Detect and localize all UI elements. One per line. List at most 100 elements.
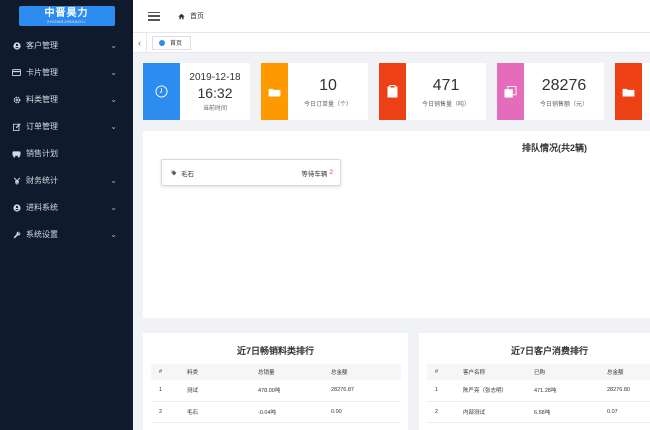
chevron-down-icon: ⌄ (110, 230, 117, 239)
sidebar-item-cards[interactable]: 卡片管理 ⌄ (0, 59, 133, 86)
extra-stat-card (615, 63, 650, 120)
sidebar-item-label: 料类管理 (26, 95, 58, 104)
table-cell: 2 (151, 401, 179, 423)
brand-subtitle: ZHONGJINHAOLI (47, 19, 86, 24)
yen-icon (12, 176, 21, 185)
queue-item-status: 等待车辆 (301, 170, 328, 178)
sidebar-item-orders[interactable]: 订单管理 ⌄ (0, 113, 133, 140)
queue-item[interactable]: 毛石 等待车辆 2 (161, 159, 341, 186)
queue-item-count: 2 (329, 169, 333, 176)
chevron-down-icon: ⌄ (110, 122, 117, 131)
table-cell: 471.28吨 (526, 380, 599, 402)
sales-volume-label: 今日销售量（吨） (421, 101, 470, 108)
sales-volume-card: 471 今日销售量（吨） (379, 63, 486, 120)
copy-icon (497, 63, 524, 120)
tab-label: 首页 (170, 41, 183, 47)
folder-icon (615, 63, 642, 120)
column-header: 已购 (526, 364, 599, 380)
current-time-label: 当前时间 (202, 105, 227, 112)
table-cell: 陈严亮（张志明） (455, 380, 526, 402)
menu-toggle-icon[interactable] (148, 11, 160, 21)
table-cell: 2 (427, 401, 455, 423)
card-icon (12, 68, 21, 77)
table-cell: 毛石 (179, 401, 250, 423)
table-cell: 6.68吨 (526, 401, 599, 423)
customer-rank-panel: 近7日客户消费排行 # 客户名称 已购 总金额 1 陈严亮（张志明） 471.2… (419, 333, 650, 430)
column-header: # (427, 364, 455, 380)
orders-today-card: 10 今日订单量（个） (261, 63, 368, 120)
edit-icon (12, 122, 21, 131)
table-row[interactable]: 1 测试 478.00吨 28276.87 (151, 380, 401, 402)
top-header: 首页 (133, 0, 650, 33)
sales-rank-table: # 料类 总销量 总金额 1 测试 478.00吨 28276.87 2 毛石 … (151, 364, 401, 423)
sidebar-item-settings[interactable]: 系统设置 ⌄ (0, 221, 133, 248)
table-row[interactable]: 1 陈严亮（张志明） 471.28吨 28276.80 (427, 380, 650, 402)
clipboard-icon (379, 63, 406, 120)
sidebar-item-label: 订单管理 (26, 122, 58, 131)
sidebar-item-materials[interactable]: 料类管理 ⌄ (0, 86, 133, 113)
clock-icon (143, 63, 180, 120)
sidebar: 中晋昊力 ZHONGJINHAOLI 客户管理 ⌄ 卡片管理 ⌄ 料类管理 ⌄ … (0, 0, 133, 430)
sales-rank-panel: 近7日畅销料类排行 # 料类 总销量 总金额 1 测试 478.00吨 2827… (143, 333, 408, 430)
table-cell: 28276.87 (323, 380, 401, 402)
chevron-down-icon: ⌄ (110, 95, 117, 104)
user-icon (12, 203, 21, 212)
column-header: 总金额 (323, 364, 401, 380)
wrench-icon (12, 230, 21, 239)
orders-today-label: 今日订单量（个） (303, 101, 352, 108)
sales-amount-label: 今日销售额（元） (539, 101, 588, 108)
user-icon (12, 41, 21, 50)
table-cell: 1 (151, 380, 179, 402)
chevron-down-icon: ⌄ (110, 68, 117, 77)
sidebar-item-intake[interactable]: 进料系统 ⌄ (0, 194, 133, 221)
queue-title: 排队情况(共2辆) (522, 143, 587, 153)
sidebar-item-label: 销售计划 (26, 149, 58, 158)
table-cell: 28276.80 (599, 380, 650, 402)
table-cell: 测试 (179, 380, 250, 402)
sidebar-item-label: 进料系统 (26, 203, 58, 212)
tab-home[interactable]: 首页 (152, 35, 192, 50)
tab-scroll-left-icon[interactable]: ‹ (133, 32, 147, 53)
sidebar-item-sales-plan[interactable]: 销售计划 (0, 140, 133, 167)
table-cell: 1 (427, 380, 455, 402)
sidebar-item-finance[interactable]: 财务统计 ⌄ (0, 167, 133, 194)
table-cell: 478.00吨 (250, 380, 323, 402)
table-row[interactable]: 2 内部测试 6.68吨 0.07 (427, 401, 650, 423)
table-header-row: # 客户名称 已购 总金额 (427, 364, 650, 380)
truck-icon (12, 149, 21, 158)
table-row[interactable]: 2 毛石 -0.04吨 0.00 (151, 401, 401, 423)
sidebar-item-label: 卡片管理 (26, 68, 58, 77)
tabs-bar: ‹ 首页 (133, 32, 650, 53)
sidebar-item-label: 系统设置 (26, 230, 58, 239)
column-header: 客户名称 (455, 364, 526, 380)
column-header: 总金额 (599, 364, 650, 380)
sidebar-item-label: 财务统计 (26, 176, 58, 185)
brand-name: 中晋昊力 (44, 8, 89, 19)
column-header: 总销量 (250, 364, 323, 380)
tag-icon (171, 170, 177, 175)
chevron-down-icon: ⌄ (110, 203, 117, 212)
brand-logo[interactable]: 中晋昊力 ZHONGJINHAOLI (18, 6, 115, 26)
table-cell: 0.00 (323, 401, 401, 423)
sales-volume-value: 471 (432, 76, 460, 94)
current-time-card: 2019-12-18 16:32 当前时间 (143, 63, 250, 120)
logo-area: 中晋昊力 ZHONGJINHAOLI (0, 0, 133, 32)
table-cell: -0.04吨 (250, 401, 323, 423)
sidebar-item-customers[interactable]: 客户管理 ⌄ (0, 32, 133, 59)
table-cell: 内部测试 (455, 401, 526, 423)
queue-panel: 排队情况(共2辆) 毛石 等待车辆 2 (143, 131, 650, 318)
gear-icon (12, 95, 21, 104)
home-icon (178, 13, 185, 19)
column-header: # (151, 364, 179, 380)
current-time: 16:32 (197, 84, 233, 101)
column-header: 料类 (179, 364, 250, 380)
orders-today-value: 10 (319, 76, 337, 94)
chevron-down-icon: ⌄ (110, 41, 117, 50)
table-cell: 0.07 (599, 401, 650, 423)
customer-rank-title: 近7日客户消费排行 (511, 346, 589, 356)
sidebar-menu: 客户管理 ⌄ 卡片管理 ⌄ 料类管理 ⌄ 订单管理 ⌄ 销售计划 财务统计 ⌄ (0, 32, 133, 248)
current-date: 2019-12-18 (189, 71, 241, 83)
breadcrumb[interactable]: 首页 (178, 11, 204, 21)
sales-amount-value: 28276 (541, 76, 587, 94)
breadcrumb-home-label: 首页 (190, 13, 204, 20)
